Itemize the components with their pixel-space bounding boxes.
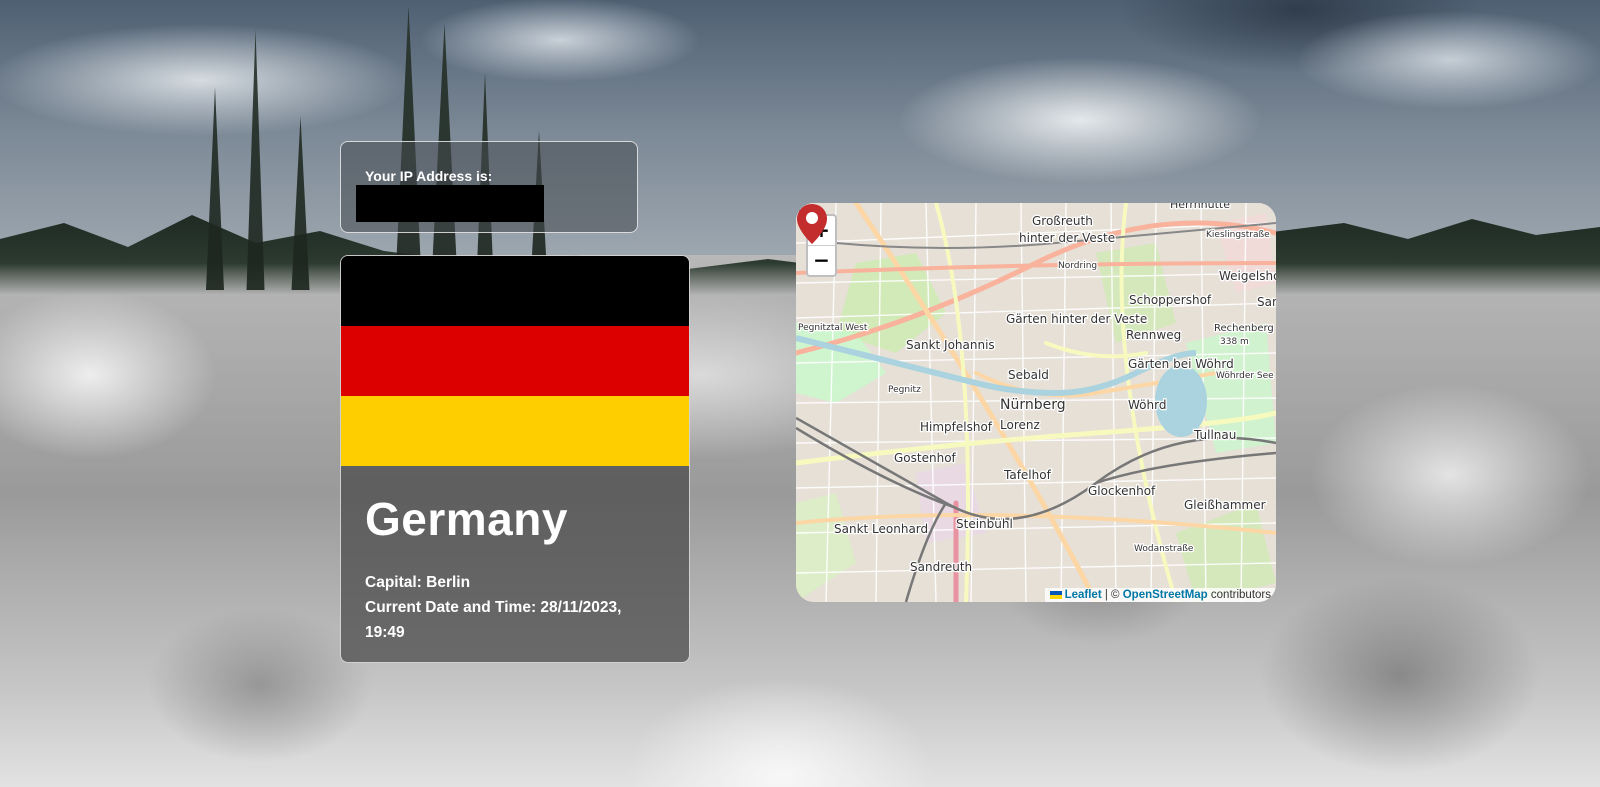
country-info: Capital: Berlin Current Date and Time: 2… (365, 570, 665, 645)
map-label: Steinbühl (956, 517, 1013, 531)
map-label: Sank (1257, 295, 1276, 309)
zoom-out-button[interactable]: − (808, 246, 835, 275)
map-label: Sandreuth (910, 560, 972, 574)
ip-address-label: Your IP Address is: (365, 168, 493, 184)
country-name: Germany (365, 493, 568, 545)
map-label: Nürnberg (1000, 397, 1066, 413)
flag-stripe-black (341, 256, 689, 326)
map-label: Herrnhütte (1170, 203, 1230, 211)
map-label: Tafelhof (1003, 468, 1052, 482)
location-marker-icon[interactable] (796, 203, 828, 245)
country-flag (341, 256, 689, 466)
map-label: Gärten bei Wöhrd (1128, 357, 1234, 371)
map-label: Gostenhof (894, 451, 957, 465)
ukraine-flag-icon (1049, 590, 1062, 599)
map-attribution: Leaflet | © OpenStreetMap contributors (1044, 588, 1276, 602)
attribution-contributors: contributors (1207, 589, 1271, 601)
capital-text: Capital: Berlin (365, 574, 471, 591)
map[interactable]: ungGroßreuthhinter der VesteHerrnhütteKi… (796, 203, 1276, 602)
map-label: Kieslingstraße (1206, 230, 1270, 240)
map-label: Gärten hinter der Veste (1006, 312, 1147, 326)
map-label: Tullnau (1193, 428, 1236, 442)
map-label: 338 m (1220, 337, 1249, 347)
leaflet-link[interactable]: Leaflet (1065, 589, 1102, 601)
map-label: Sankt Leonhard (834, 522, 928, 536)
map-label: Pegnitz (888, 385, 921, 395)
map-label: Rennweg (1126, 328, 1181, 342)
map-label: Nordring (1058, 261, 1097, 271)
datetime-text: Current Date and Time: 28/11/2023, 19:49 (365, 599, 622, 641)
flag-stripe-gold (341, 396, 689, 466)
map-label: Sebald (1008, 368, 1049, 382)
map-label: Schoppershof (1129, 293, 1212, 307)
map-label: Weigelshof (1219, 269, 1276, 283)
map-label: Wöhrder See (1216, 371, 1274, 381)
map-label: Himpfelshof (920, 420, 993, 434)
openstreetmap-link[interactable]: OpenStreetMap (1123, 589, 1208, 601)
map-label: hinter der Veste (1019, 231, 1115, 245)
map-label: Großreuth (1032, 214, 1093, 228)
map-label: Rechenberg (1214, 323, 1274, 334)
attribution-separator: | © (1101, 589, 1123, 601)
map-label: Glockenhof (1088, 484, 1156, 498)
ip-address-value-redacted (356, 185, 544, 222)
map-tiles[interactable]: ungGroßreuthhinter der VesteHerrnhütteKi… (796, 203, 1276, 602)
map-label: Sankt Johannis (906, 338, 995, 352)
ip-address-card: Your IP Address is: (340, 141, 638, 233)
map-label: Wöhrd (1128, 398, 1166, 412)
map-label: Gleißhammer (1184, 498, 1266, 512)
flag-stripe-red (341, 326, 689, 396)
country-card: Germany Capital: Berlin Current Date and… (340, 255, 690, 663)
map-label: Wodanstraße (1134, 544, 1194, 554)
map-label: Pegnitztal West (798, 323, 868, 333)
map-label: Lorenz (1000, 418, 1040, 432)
